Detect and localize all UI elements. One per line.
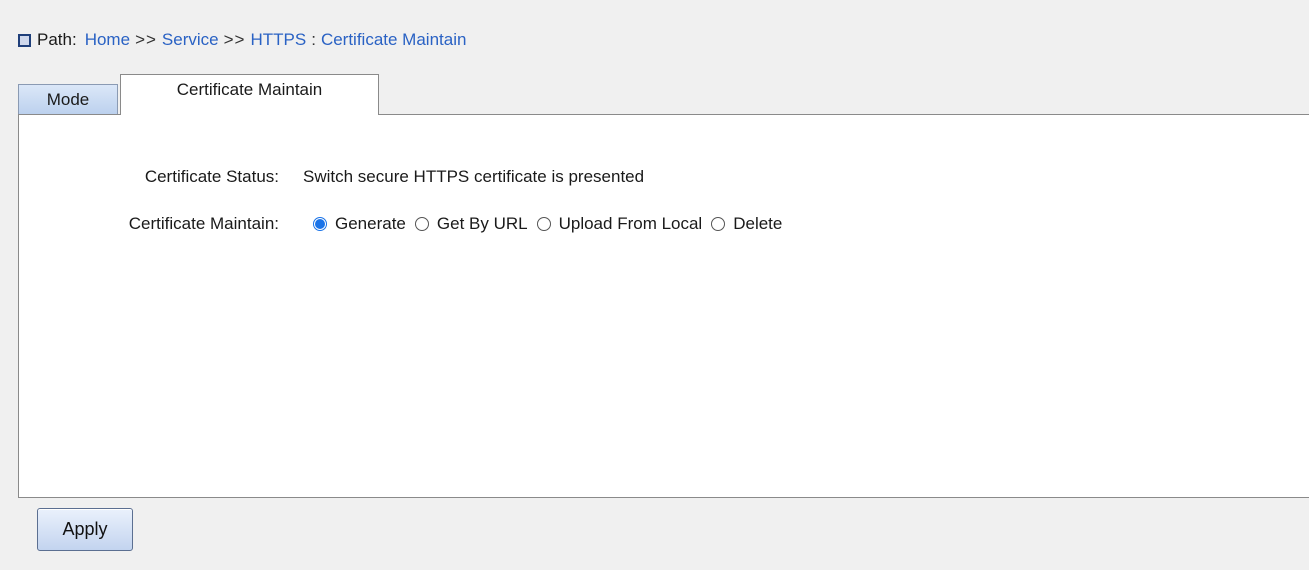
tab-certificate-maintain[interactable]: Certificate Maintain [120,74,379,115]
breadcrumb-separator: >> [135,30,157,49]
path-square-icon [18,33,31,47]
tab-content-panel: Certificate Status: Switch secure HTTPS … [18,114,1309,498]
breadcrumb-service-link[interactable]: Service [162,30,219,50]
radio-generate[interactable]: Generate [313,214,406,234]
breadcrumb-separator: >> [223,30,246,49]
radio-delete-label: Delete [733,214,783,233]
breadcrumb-https-link[interactable]: HTTPS [250,30,306,50]
breadcrumb-prefix: Path: [37,30,77,49]
radio-get-by-url[interactable]: Get By URL [414,214,528,234]
certificate-status-value: Switch secure HTTPS certificate is prese… [303,167,645,186]
radio-delete-circle[interactable] [711,217,726,231]
radio-get-by-url-circle[interactable] [414,217,429,231]
radio-generate-circle[interactable] [313,217,327,231]
breadcrumb: Path: Home >> Service >> HTTPS : Certifi… [18,28,466,52]
certificate-maintain-radio-group: Generate Get By URL Upload From Local De… [313,214,791,234]
radio-get-by-url-label: Get By URL [436,214,528,233]
radio-upload-from-local-circle[interactable] [536,217,551,231]
breadcrumb-home-link[interactable]: Home [85,30,130,50]
breadcrumb-colon: : [311,30,316,49]
apply-button[interactable]: Apply [37,508,133,551]
radio-generate-label: Generate [335,214,406,233]
certificate-status-label: Certificate Status: [144,167,279,186]
tab-mode[interactable]: Mode [18,84,118,114]
certificate-maintain-label: Certificate Maintain: [128,214,279,233]
radio-upload-from-local[interactable]: Upload From Local [536,214,703,234]
tab-bar: Mode Certificate Maintain [18,74,379,115]
radio-delete[interactable]: Delete [711,214,782,234]
radio-upload-from-local-label: Upload From Local [558,214,703,233]
breadcrumb-certificate-maintain-link[interactable]: Certificate Maintain [321,30,467,50]
